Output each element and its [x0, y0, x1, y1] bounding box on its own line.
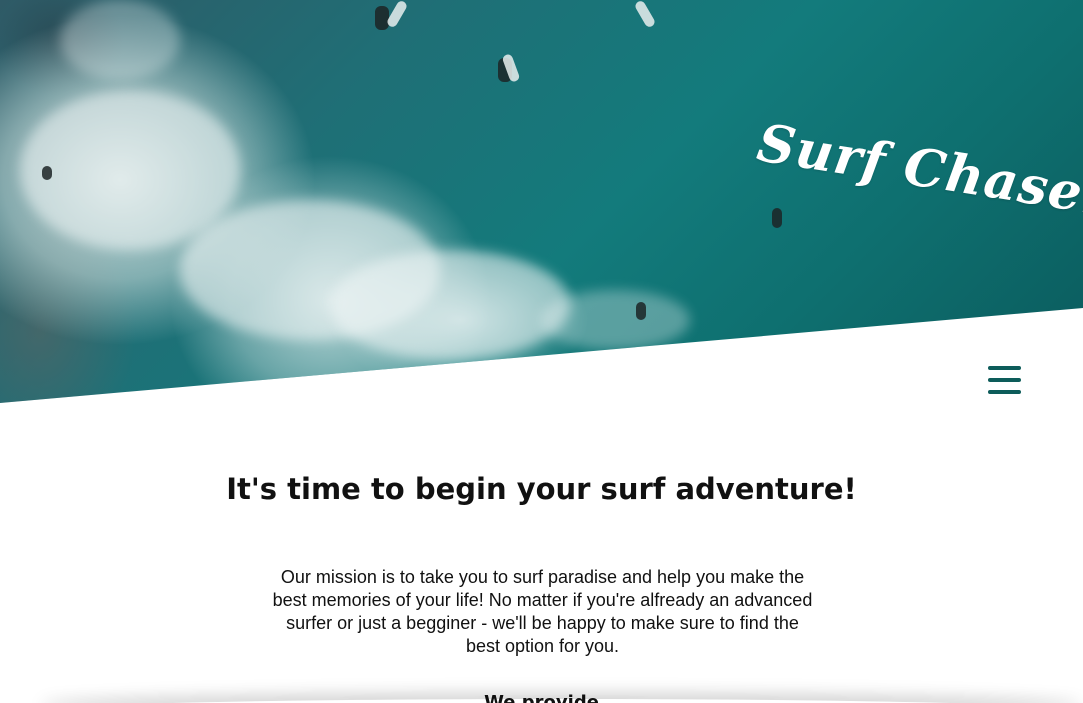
surfer-figure [42, 166, 52, 180]
surfer-figure [772, 208, 782, 228]
hamburger-menu-icon[interactable] [986, 364, 1024, 398]
surfer-figure [375, 6, 389, 30]
menu-bar [988, 390, 1021, 394]
mission-text: Our mission is to take you to surf parad… [272, 567, 813, 656]
surfboard [385, 0, 409, 29]
menu-bar [988, 366, 1021, 370]
surfer-figure [636, 302, 646, 320]
wave-foam [60, 0, 180, 80]
hero-image: Surf Chasers [0, 0, 1083, 403]
wave-foam [330, 250, 570, 360]
menu-bar [988, 378, 1021, 382]
brand-logo[interactable]: Surf Chasers [753, 112, 1083, 233]
page-headline: It's time to begin your surf adventure! [226, 472, 857, 506]
page: Surf Chasers It's time to begin your sur… [0, 0, 1083, 703]
surfboard [633, 0, 657, 29]
wave-foam [540, 290, 690, 350]
